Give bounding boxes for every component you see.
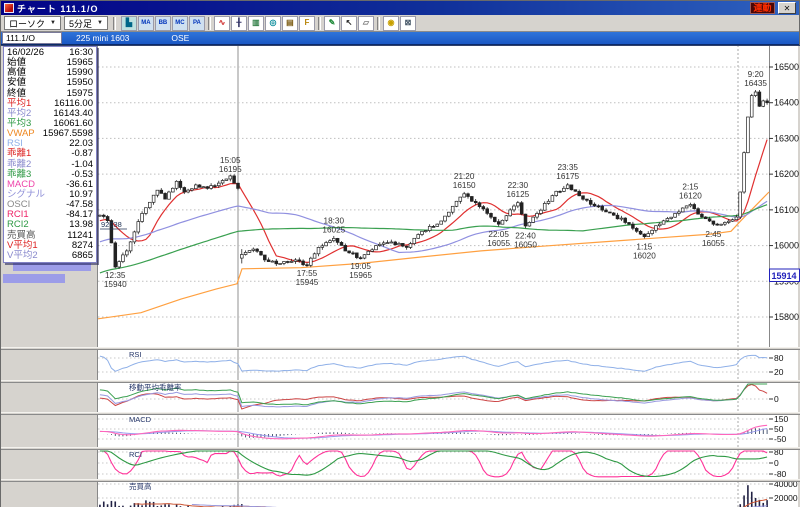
svg-text:22:30: 22:30 (508, 181, 529, 190)
svg-text:16050: 16050 (514, 241, 537, 250)
svg-text:15965: 15965 (349, 271, 372, 280)
svg-text:16195: 16195 (219, 165, 242, 174)
chart-type-dropdown[interactable]: ローソク ▼ (4, 16, 61, 30)
settings-icon[interactable]: ▤ (281, 15, 298, 31)
toolbar-separator (317, 16, 321, 30)
svg-text:12:35: 12:35 (105, 271, 126, 280)
zoom-chart-icon[interactable]: ◎ (264, 15, 281, 31)
svg-text:15914: 15914 (771, 271, 796, 281)
data-row: V平均2 6865 (4, 249, 96, 261)
svg-text:売買高: 売買高 (129, 481, 152, 491)
app-icon (4, 3, 14, 13)
svg-text:18:30: 18:30 (324, 217, 345, 226)
toolbar: ローソク ▼ 5分足 ▼ ▙ MA BB MC PA ∿ ╂ ▥ ◎ ▤ F ✎ ↖ ▱ ◉ ⊠ (1, 15, 799, 32)
svg-text:1:15: 1:15 (636, 242, 652, 251)
chart-type-label: ローソク (9, 18, 46, 29)
window-title: チャート 111.1/O (17, 3, 99, 14)
data-row-label: RCI2 (7, 219, 29, 231)
svg-text:50: 50 (774, 424, 784, 434)
svg-text:17:55: 17:55 (297, 269, 318, 278)
pa-indicator-icon[interactable]: PA (188, 15, 205, 31)
svg-text:-50: -50 (774, 434, 787, 444)
svg-text:23:35: 23:35 (557, 163, 578, 172)
quote-data-panel: 16/02/26 16:30 始値 15965 高値 15990 安値 15950 終値 1597… (3, 46, 97, 263)
svg-text:19:05: 19:05 (350, 262, 371, 271)
toolbar-separator (112, 16, 116, 30)
line-chart-icon[interactable]: ∿ (213, 15, 230, 31)
svg-text:16055: 16055 (702, 239, 725, 248)
bar-chart-icon[interactable]: ▥ (247, 15, 264, 31)
instrument-label: 225 mini 1603 (76, 33, 130, 43)
data-row-value: 6865 (71, 249, 93, 261)
draw-line-icon[interactable]: ✎ (323, 15, 340, 31)
mc-indicator-icon[interactable]: MC (171, 15, 188, 31)
svg-text:20: 20 (774, 367, 784, 377)
bb-indicator-icon[interactable]: BB (154, 15, 171, 31)
toolbar-separator (207, 16, 211, 30)
link-toggle-button[interactable]: 連動 (750, 2, 775, 14)
chevron-down-icon: ▼ (50, 20, 56, 26)
chevron-down-icon: ▼ (96, 20, 103, 26)
data-row-label: V平均2 (7, 249, 38, 261)
svg-text:9:20: 9:20 (748, 70, 764, 79)
svg-text:92038: 92038 (101, 220, 122, 229)
svg-text:16300: 16300 (774, 133, 799, 143)
svg-text:16100: 16100 (774, 205, 799, 215)
chart-canvas[interactable]: 1650016400163001620016100160001590015800… (1, 1, 800, 507)
svg-text:16025: 16025 (322, 226, 345, 235)
svg-text:16500: 16500 (774, 62, 799, 72)
svg-text:16150: 16150 (453, 181, 476, 190)
data-row-value: 13.98 (69, 219, 93, 231)
timeframe-dropdown[interactable]: 5分足 ▼ (63, 16, 108, 30)
eraser-icon[interactable]: ▱ (357, 15, 374, 31)
svg-text:16435: 16435 (744, 79, 767, 88)
svg-text:15945: 15945 (296, 278, 319, 287)
format-icon[interactable]: F (298, 15, 315, 31)
svg-text:20000: 20000 (774, 493, 798, 503)
svg-text:21:20: 21:20 (454, 172, 475, 181)
svg-text:16400: 16400 (774, 98, 799, 108)
svg-text:15800: 15800 (774, 312, 799, 322)
tab-bar: 111.1/O 225 mini 1603 OSE (1, 32, 799, 45)
svg-text:16125: 16125 (506, 190, 529, 199)
svg-text:16120: 16120 (679, 192, 702, 201)
svg-text:-80: -80 (774, 469, 787, 479)
svg-text:0: 0 (774, 458, 779, 468)
chart-app-window: { "window": { "title": "チャート 111.1/O", "… (0, 0, 800, 507)
svg-text:2:15: 2:15 (682, 183, 698, 192)
svg-text:80: 80 (774, 353, 784, 363)
exchange-label: OSE (171, 33, 190, 43)
svg-text:22:40: 22:40 (515, 232, 536, 241)
title-bar: チャート 111.1/O 連動 ✕ (1, 1, 799, 15)
candle-chart-icon[interactable]: ╂ (230, 15, 247, 31)
svg-text:16000: 16000 (774, 241, 799, 251)
svg-text:22:05: 22:05 (488, 230, 509, 239)
svg-text:16055: 16055 (487, 239, 510, 248)
svg-text:15940: 15940 (104, 280, 127, 289)
svg-text:MACD: MACD (129, 415, 152, 424)
cursor-icon[interactable]: ↖ (340, 15, 357, 31)
svg-text:16175: 16175 (556, 172, 579, 181)
svg-text:移動平均乖離率: 移動平均乖離率 (129, 382, 182, 392)
svg-text:15:05: 15:05 (220, 156, 241, 165)
svg-text:RCI: RCI (129, 450, 142, 459)
toolbar-icons: ▙ MA BB MC PA ∿ ╂ ▥ ◎ ▤ F ✎ ↖ ▱ ◉ ⊠ (120, 15, 416, 31)
chart-style-icon[interactable]: ▙ (120, 15, 137, 31)
search-icon[interactable]: ◉ (382, 15, 399, 31)
svg-text:150: 150 (774, 414, 788, 424)
ma-indicator-icon[interactable]: MA (137, 15, 154, 31)
svg-text:2:45: 2:45 (705, 230, 721, 239)
data-row: RCI2 13.98 (4, 219, 96, 231)
svg-text:16200: 16200 (774, 169, 799, 179)
svg-text:16020: 16020 (633, 251, 656, 260)
toolbar-separator (376, 16, 380, 30)
svg-text:RSI: RSI (129, 350, 142, 359)
svg-text:0: 0 (774, 394, 779, 404)
close-icon[interactable]: ✕ (778, 2, 796, 14)
tab-symbol[interactable]: 111.1/O (2, 32, 62, 44)
timeframe-label: 5分足 (68, 18, 92, 29)
cancel-icon[interactable]: ⊠ (399, 15, 416, 31)
